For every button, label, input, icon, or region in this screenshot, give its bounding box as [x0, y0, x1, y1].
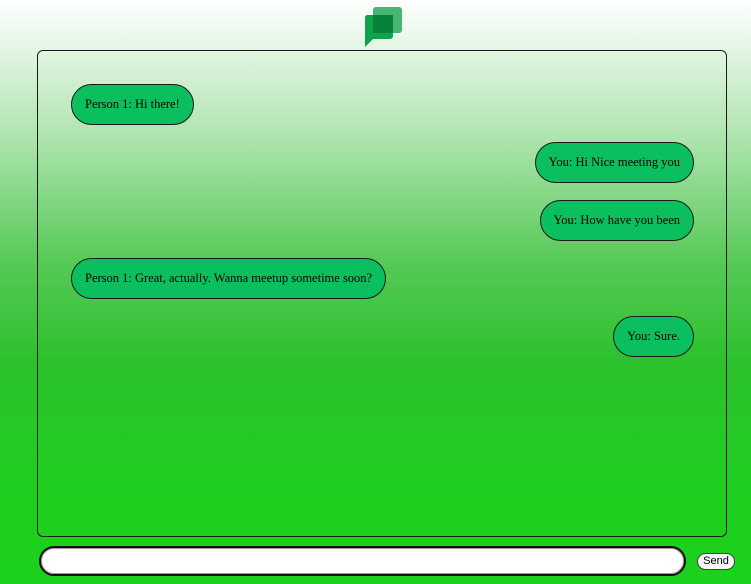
message-bubble-sent: You: Sure. [613, 316, 694, 357]
chat-logo-icon [363, 6, 403, 48]
message-bubble-received: Person 1: Hi there! [71, 84, 194, 125]
message-bubble-sent: You: Hi Nice meeting you [534, 142, 694, 183]
message-bubble-sent: You: How have you been [539, 200, 694, 241]
send-button[interactable]: Send [697, 553, 735, 570]
chat-window: Person 1: Hi there! You: Hi Nice meeting… [37, 50, 727, 537]
message-input[interactable] [39, 546, 686, 576]
message-bubble-received: Person 1: Great, actually. Wanna meetup … [71, 258, 387, 299]
